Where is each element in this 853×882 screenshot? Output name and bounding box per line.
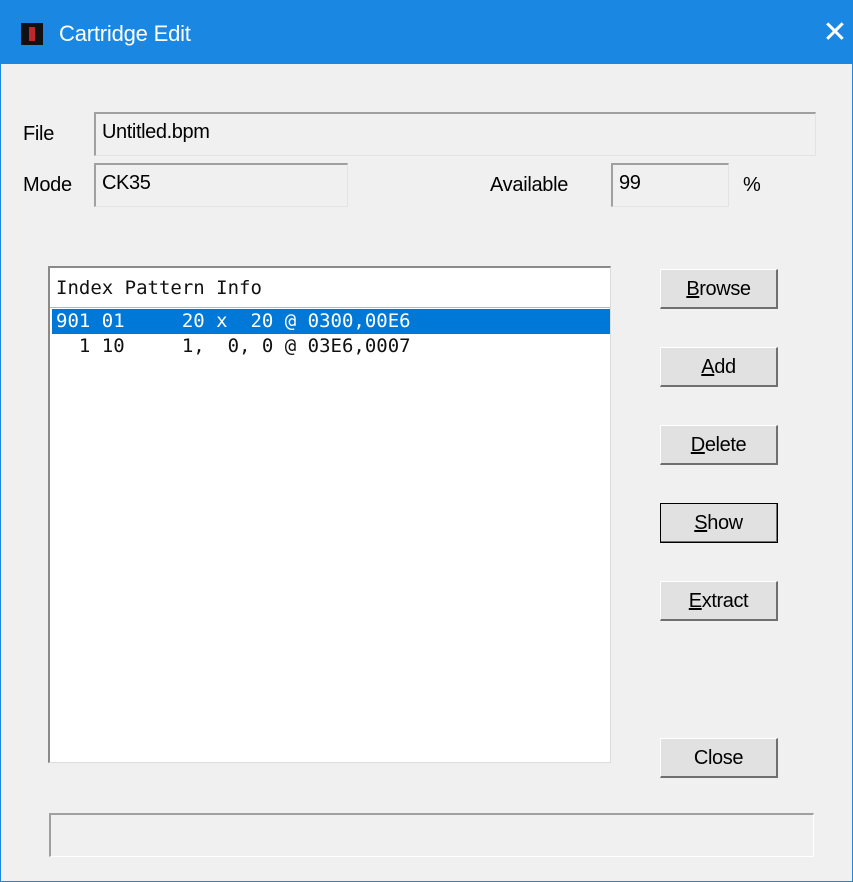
close-button[interactable]: Close	[660, 738, 778, 778]
extract-accel: E	[688, 589, 702, 612]
file-field: Untitled.bpm	[94, 112, 816, 156]
list-header: Index Pattern Info	[56, 277, 262, 299]
available-label: Available	[490, 174, 569, 196]
show-button[interactable]: Show	[660, 503, 778, 543]
cartridge-edit-window: Cartridge Edit ✕ File Untitled.bpm Mode …	[0, 0, 853, 882]
show-label-rest: how	[707, 511, 743, 534]
add-button[interactable]: Add	[660, 347, 778, 387]
percent-label: %	[743, 174, 761, 196]
available-field: 99	[611, 163, 729, 207]
browse-label-rest: rowse	[699, 277, 751, 300]
add-label-rest: dd	[714, 355, 736, 378]
list-rows: 901 01 20 x 20 @ 0300,00E6 1 10 1, 0, 0 …	[52, 309, 610, 359]
extract-label-rest: xtract	[701, 589, 749, 612]
add-accel: A	[701, 355, 715, 378]
list-item[interactable]: 901 01 20 x 20 @ 0300,00E6	[52, 309, 610, 334]
delete-accel: D	[690, 433, 705, 456]
app-icon	[21, 23, 43, 45]
close-icon[interactable]: ✕	[817, 15, 853, 51]
status-bar	[49, 813, 814, 857]
mode-field: CK35	[94, 163, 348, 207]
browse-button[interactable]: Browse	[660, 269, 778, 309]
title-bar[interactable]: Cartridge Edit ✕	[1, 1, 852, 64]
file-label: File	[23, 123, 55, 145]
mode-label: Mode	[23, 174, 72, 196]
extract-button[interactable]: Extract	[660, 581, 778, 621]
list-header-divider	[50, 307, 610, 308]
list-item[interactable]: 1 10 1, 0, 0 @ 03E6,0007	[52, 334, 610, 359]
delete-label-rest: elete	[704, 433, 747, 456]
pattern-listbox[interactable]: Index Pattern Info 901 01 20 x 20 @ 0300…	[48, 266, 611, 763]
window-title: Cartridge Edit	[59, 21, 191, 46]
browse-accel: B	[686, 277, 700, 300]
delete-button[interactable]: Delete	[660, 425, 778, 465]
show-accel: S	[694, 511, 708, 534]
